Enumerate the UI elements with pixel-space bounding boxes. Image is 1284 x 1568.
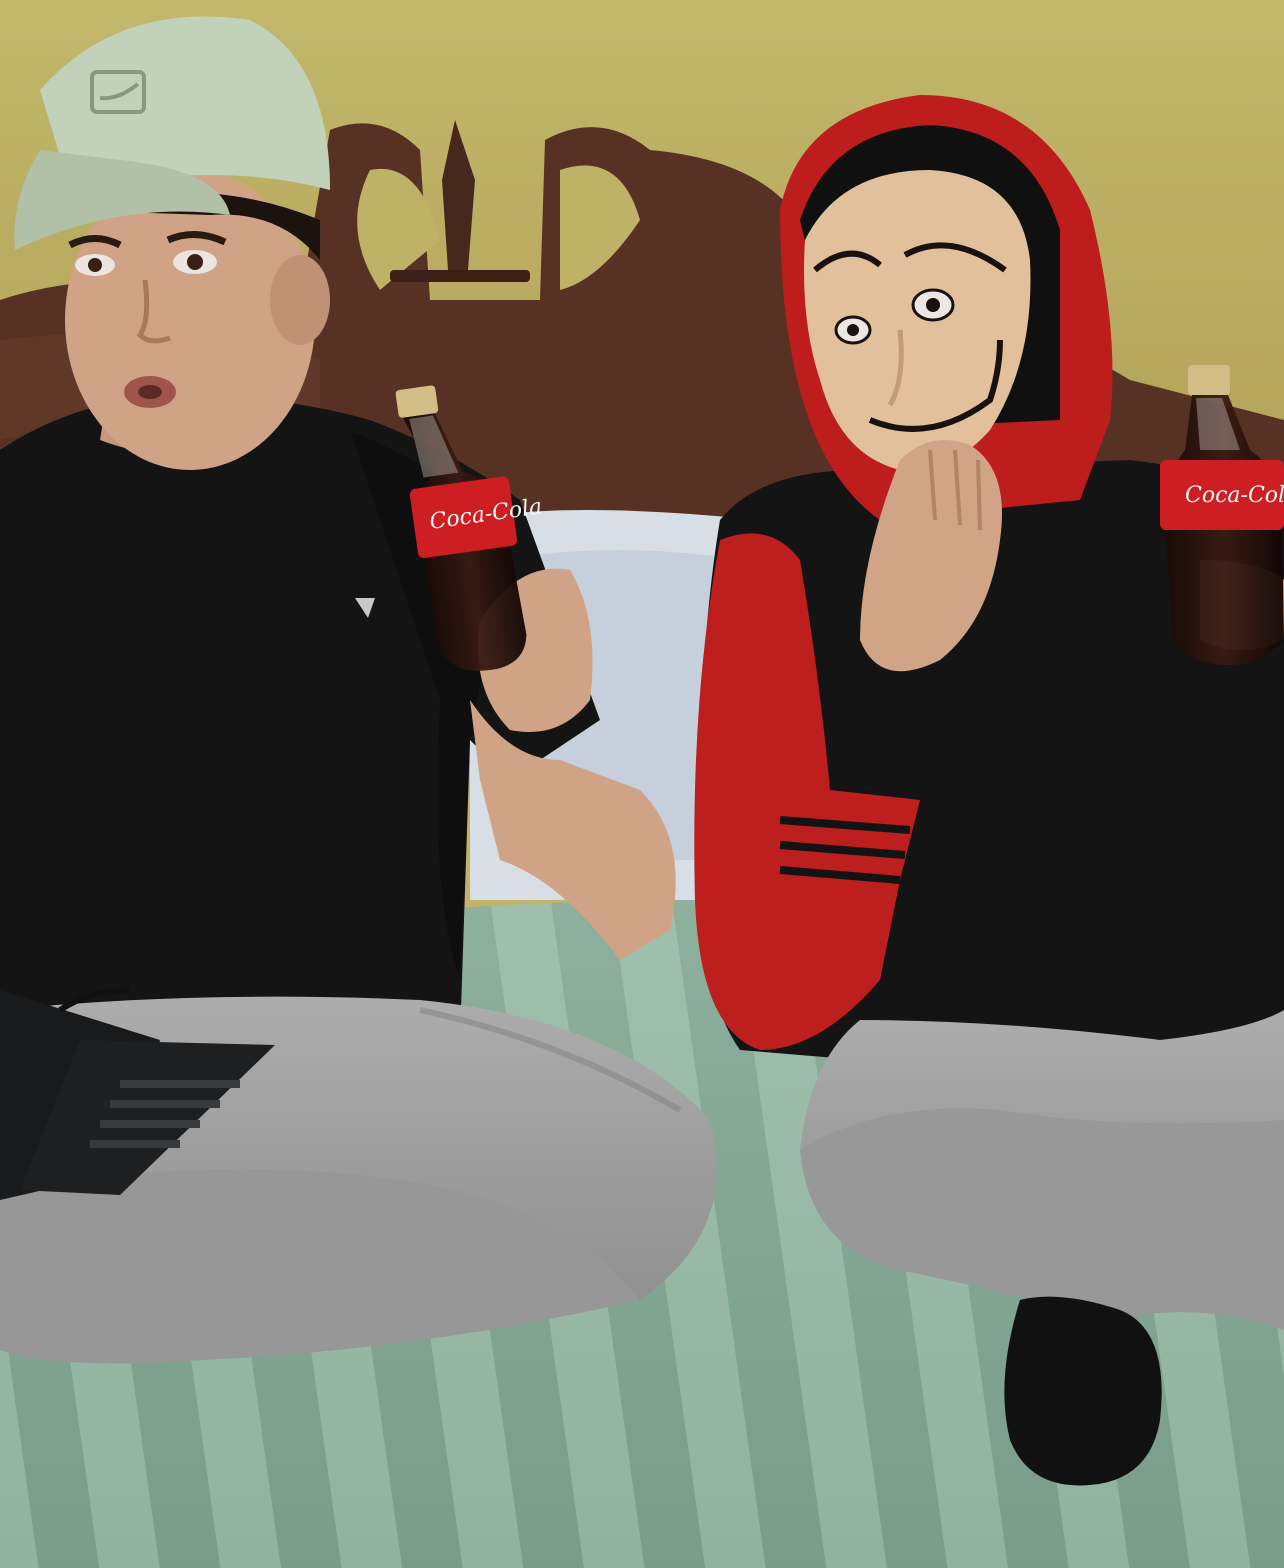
photo-illustration: Coca-Cola Coca-Co [0, 0, 1284, 1568]
photo-scene: Coca-Cola Coca-Co [0, 0, 1284, 1568]
